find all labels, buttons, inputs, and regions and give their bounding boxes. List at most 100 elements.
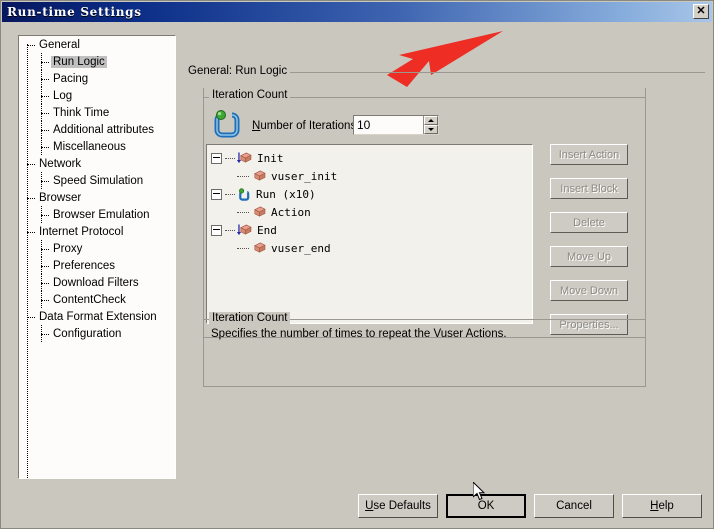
action-tree-node[interactable]: Run (x10) (207, 185, 532, 203)
action-tree-node[interactable]: vuser_end (207, 239, 532, 257)
action-tree-items: Init vuser_init Run (x10) Action End vuser_en… (207, 149, 532, 257)
tree-connector (237, 247, 249, 249)
iterations-spinner[interactable] (423, 116, 438, 134)
tree-connector (41, 147, 49, 148)
sidebar-item-general[interactable]: General (19, 36, 175, 53)
tree-connector (27, 198, 35, 199)
tree-connector (237, 175, 249, 177)
tree-connector (41, 130, 49, 131)
sidebar-item-label: Preferences (53, 259, 116, 272)
sidebar-item-label: Speed Simulation (53, 174, 144, 187)
tree-connector (41, 113, 49, 114)
sidebar-item-browser[interactable]: Browser (19, 189, 175, 206)
iterations-field-wrapper[interactable] (353, 115, 439, 135)
window-title: Run-time Settings (7, 5, 142, 19)
sidebar-item-miscellaneous[interactable]: Miscellaneous (19, 138, 175, 155)
tree-connector (41, 62, 49, 63)
tree-connector (41, 266, 49, 267)
action-tree-node[interactable]: Action (207, 203, 532, 221)
page-title: General: Run Logic (185, 65, 291, 77)
tree-connector (41, 300, 49, 301)
action-tree-node[interactable]: vuser_init (207, 167, 532, 185)
sidebar-item-label: Browser Emulation (53, 208, 150, 221)
sidebar-item-preferences[interactable]: Preferences (19, 257, 175, 274)
brick-icon (254, 170, 266, 181)
sidebar-item-label: Browser (39, 191, 82, 204)
collapse-icon[interactable] (211, 152, 222, 164)
sidebar-item-additional-attributes[interactable]: Additional attributes (19, 121, 175, 138)
sidebar-item-label: General (39, 38, 80, 51)
iterations-label: Number of Iterations: (252, 120, 360, 132)
tree-connector (41, 79, 49, 80)
brick-arrow-icon (237, 224, 252, 236)
tree-items: General Run Logic Pacing Log Think Time Addit… (19, 36, 175, 342)
sidebar-item-internet-protocol[interactable]: Internet Protocol (19, 223, 175, 240)
sidebar-item-run-logic[interactable]: Run Logic (19, 53, 175, 70)
description-text: Specifies the number of times to repeat … (211, 328, 507, 340)
chevron-down-icon (428, 128, 434, 131)
sidebar-item-download-filters[interactable]: Download Filters (19, 274, 175, 291)
main-content: General: Run Logic Iteration Count Numbe… (185, 31, 705, 479)
action-tree-node[interactable]: End (207, 221, 532, 239)
sidebar-item-label: Data Format Extension (39, 310, 157, 323)
brick-arrow-icon (237, 152, 252, 164)
tree-connector (27, 232, 35, 233)
chevron-up-icon (428, 119, 434, 122)
iteration-group-rule-right (290, 97, 646, 98)
spinner-down-button[interactable] (424, 125, 438, 134)
sidebar-item-label: Internet Protocol (39, 225, 124, 238)
settings-tree-panel[interactable]: General Run Logic Pacing Log Think Time Addit… (18, 35, 176, 479)
sidebar-item-log[interactable]: Log (19, 87, 175, 104)
cancel-button[interactable]: Cancel (534, 494, 614, 518)
sidebar-item-contentcheck[interactable]: ContentCheck (19, 291, 175, 308)
tree-connector (41, 96, 49, 97)
insert-block-button: Insert Block (550, 178, 628, 199)
action-tree-node-label: End (257, 223, 277, 237)
sidebar-item-label: Download Filters (53, 276, 139, 289)
sidebar-item-label: Proxy (53, 242, 83, 255)
tree-connector (27, 164, 35, 165)
sidebar-item-data-format-extension[interactable]: Data Format Extension (19, 308, 175, 325)
description-group-title: Iteration Count (209, 312, 291, 324)
collapse-icon[interactable] (211, 188, 222, 200)
sidebar-item-proxy[interactable]: Proxy (19, 240, 175, 257)
run-logic-action-tree[interactable]: Init vuser_init Run (x10) Action End vuser_en… (206, 144, 533, 324)
action-tree-node-label: Run (x10) (256, 187, 316, 201)
sidebar-item-think-time[interactable]: Think Time (19, 104, 175, 121)
sidebar-item-browser-emulation[interactable]: Browser Emulation (19, 206, 175, 223)
sidebar-item-speed-simulation[interactable]: Speed Simulation (19, 172, 175, 189)
close-icon[interactable]: ✕ (693, 4, 709, 19)
move-down-button: Move Down (550, 280, 628, 301)
iteration-count-group-title: Iteration Count (209, 89, 291, 101)
action-tree-node-label: vuser_end (271, 241, 331, 255)
tree-connector (27, 317, 35, 318)
sidebar-item-label: Additional attributes (53, 123, 155, 136)
collapse-icon[interactable] (211, 224, 222, 236)
title-bar[interactable]: Run-time Settings ✕ (2, 2, 712, 22)
use-defaults-button[interactable]: Use Defaults (358, 494, 438, 518)
tree-connector (225, 229, 235, 231)
spinner-up-button[interactable] (424, 116, 438, 125)
insert-action-button: Insert Action (550, 144, 628, 165)
sidebar-item-label: Pacing (53, 72, 89, 85)
sidebar-item-pacing[interactable]: Pacing (19, 70, 175, 87)
sidebar-item-network[interactable]: Network (19, 155, 175, 172)
tree-connector (41, 249, 49, 250)
sidebar-item-configuration[interactable]: Configuration (19, 325, 175, 342)
iterations-input[interactable] (354, 116, 423, 134)
tree-connector (41, 283, 49, 284)
tree-connector (41, 215, 49, 216)
sidebar-item-label: Log (53, 89, 73, 102)
runtime-settings-dialog: Run-time Settings ✕ General Run Logic Paci… (0, 0, 714, 529)
tree-connector (41, 181, 49, 182)
description-group-rule-right (290, 319, 646, 320)
tree-connector (41, 334, 49, 335)
sidebar-item-label: ContentCheck (53, 293, 126, 306)
brick-icon (254, 242, 266, 253)
ok-button[interactable]: OK (446, 494, 526, 518)
move-up-button: Move Up (550, 246, 628, 267)
action-tree-node-label: vuser_init (271, 169, 338, 183)
sidebar-item-label: Network (39, 157, 82, 170)
action-tree-node[interactable]: Init (207, 149, 532, 167)
help-button[interactable]: Help (622, 494, 702, 518)
